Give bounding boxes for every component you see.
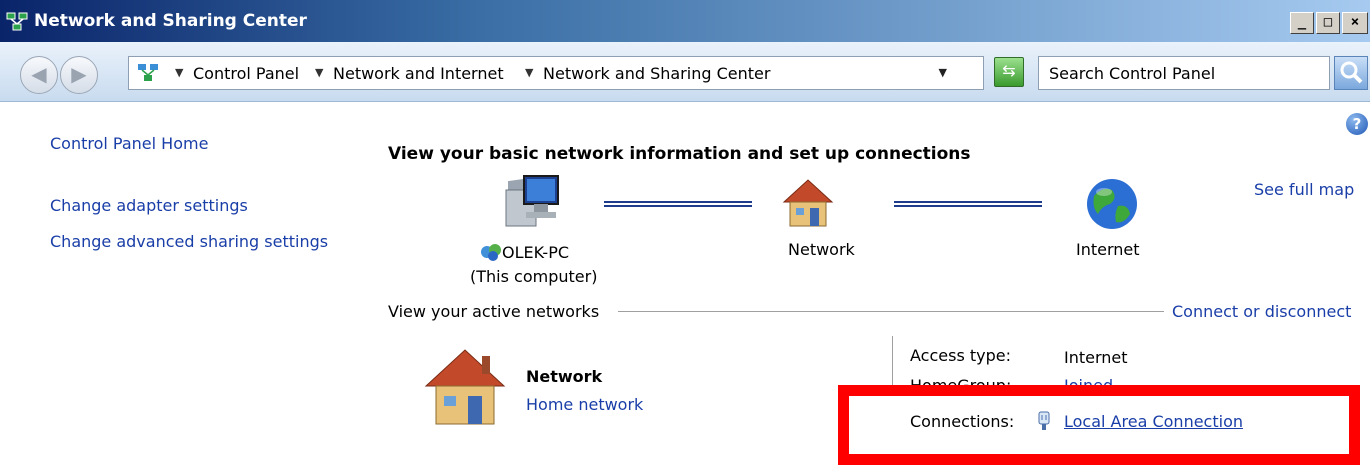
search-input[interactable]: Search Control Panel (1038, 56, 1330, 90)
chevron-down-icon[interactable]: ▼ (175, 66, 183, 79)
title-bar: Network and Sharing Center _ □ × (0, 0, 1370, 42)
active-network-name: Network (526, 367, 603, 386)
homegroup-label: HomeGroup: (910, 376, 1012, 395)
sidebar-item-advanced-sharing[interactable]: Change advanced sharing settings (50, 232, 328, 251)
breadcrumb[interactable]: ▼ Control Panel ▼ Network and Internet ▼… (128, 56, 984, 90)
access-type-label: Access type: (910, 346, 1011, 365)
see-full-map-link[interactable]: See full map (1254, 180, 1354, 199)
active-networks-heading: View your active networks (388, 302, 608, 321)
window-title: Network and Sharing Center (34, 11, 307, 31)
network-center-icon (6, 12, 28, 31)
computer-icon (505, 175, 559, 227)
back-arrow-icon: ◀ (31, 62, 47, 86)
chevron-down-icon[interactable]: ▼ (315, 66, 323, 79)
network-center-icon (138, 64, 158, 81)
breadcrumb-sharing-center[interactable]: Network and Sharing Center (543, 64, 770, 83)
search-button[interactable] (1334, 56, 1368, 90)
map-connector (894, 201, 1042, 207)
refresh-button[interactable]: ⇆ (994, 57, 1024, 87)
connect-disconnect-link[interactable]: Connect or disconnect (1172, 302, 1351, 321)
page-title: View your basic network information and … (388, 144, 971, 164)
homegroup-icon (481, 244, 501, 261)
back-button[interactable]: ◀ (20, 56, 58, 94)
refresh-icon: ⇆ (1002, 61, 1016, 80)
address-dropdown-icon[interactable]: ▼ (939, 66, 947, 79)
sidebar-item-adapter-settings[interactable]: Change adapter settings (50, 196, 248, 215)
help-icon[interactable]: ? (1346, 113, 1368, 135)
computer-subtitle: (This computer) (470, 267, 598, 286)
network-label: Network (788, 240, 855, 259)
internet-label: Internet (1076, 240, 1140, 259)
minimize-button[interactable]: _ (1290, 12, 1314, 34)
close-button[interactable]: × (1342, 12, 1368, 34)
connections-label: Connections: (910, 412, 1015, 431)
address-bar: ◀ ▶ ▼ Control Panel ▼ Network and Intern… (0, 42, 1370, 102)
section-divider (618, 311, 1164, 312)
homegroup-value[interactable]: Joined (1064, 376, 1113, 395)
forward-button[interactable]: ▶ (60, 56, 98, 94)
house-icon (782, 179, 834, 227)
chevron-down-icon[interactable]: ▼ (525, 66, 533, 79)
forward-arrow-icon: ▶ (71, 62, 87, 86)
map-connector (604, 201, 752, 207)
house-icon (424, 349, 506, 425)
breadcrumb-network-internet[interactable]: Network and Internet (333, 64, 504, 83)
breadcrumb-control-panel[interactable]: Control Panel (193, 64, 299, 83)
sidebar-item-control-panel-home[interactable]: Control Panel Home (50, 134, 208, 153)
ethernet-plug-icon (1038, 411, 1050, 430)
local-area-connection-link[interactable]: Local Area Connection (1064, 412, 1243, 431)
maximize-button[interactable]: □ (1316, 12, 1340, 34)
globe-icon (1087, 179, 1137, 229)
search-icon (1340, 61, 1363, 84)
computer-name: OLEK-PC (502, 243, 570, 262)
network-type-link[interactable]: Home network (526, 395, 643, 414)
access-type-value: Internet (1064, 348, 1128, 367)
